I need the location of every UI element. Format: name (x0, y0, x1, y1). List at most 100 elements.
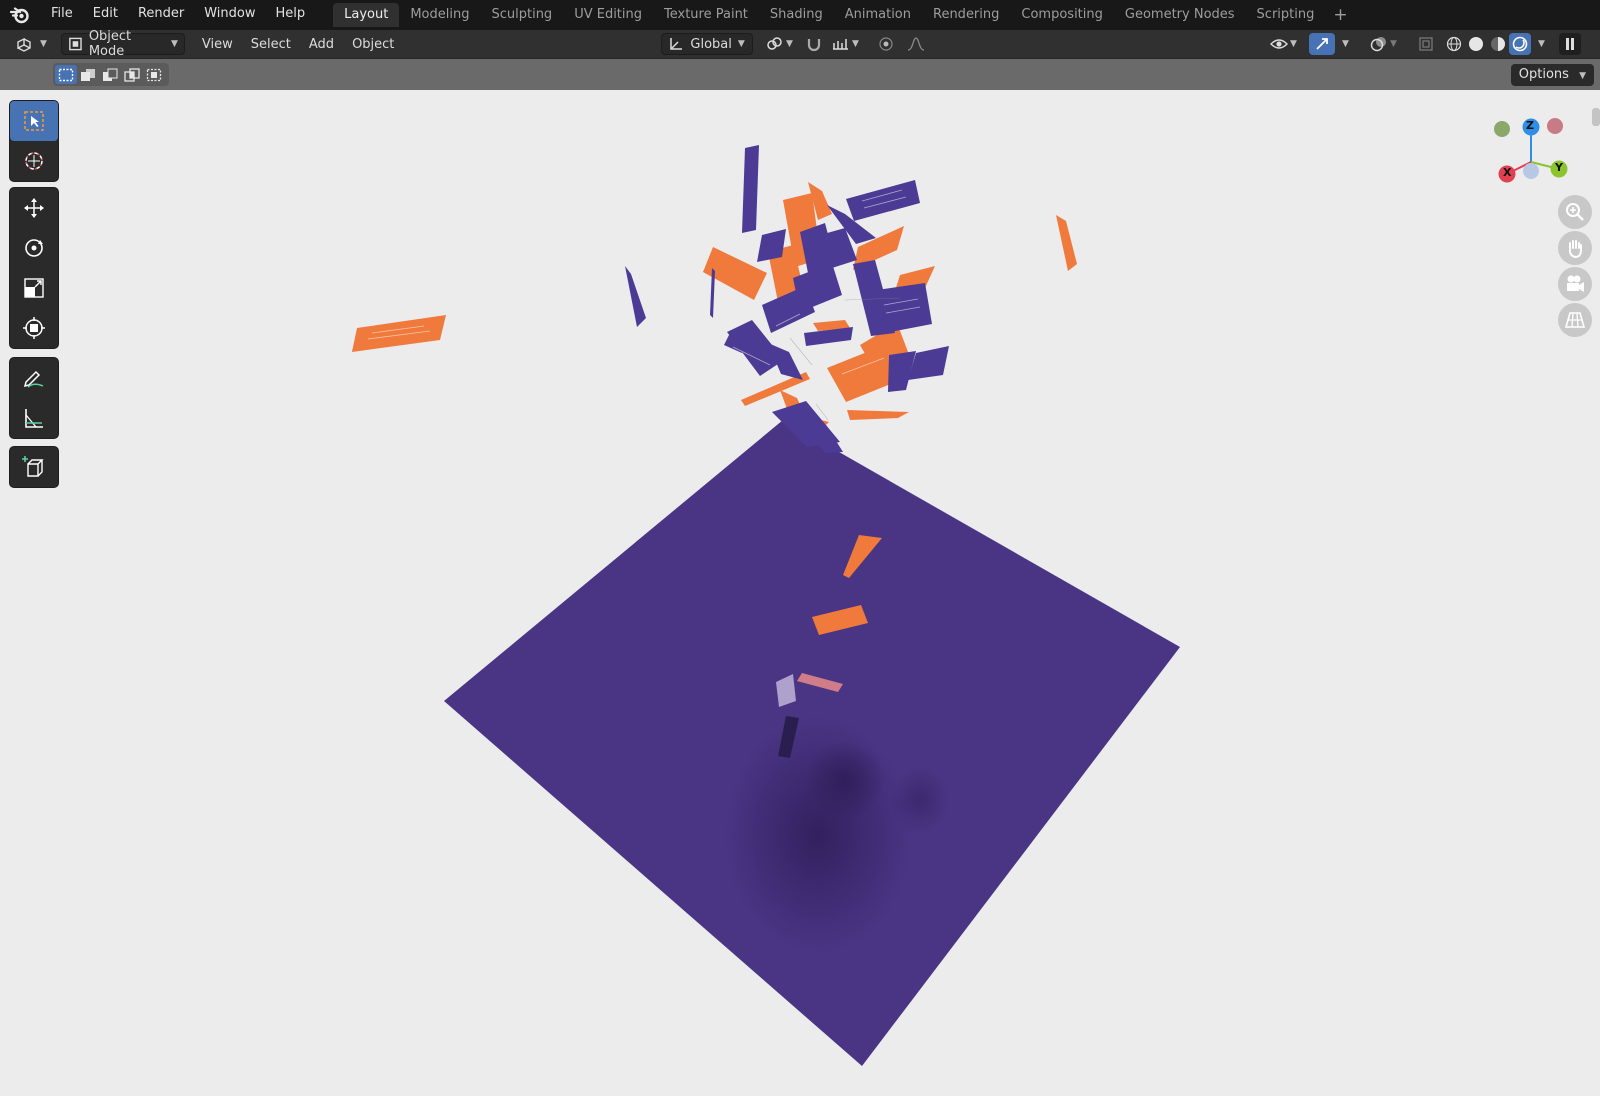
mode-dropdown[interactable]: Object Mode ▼ (60, 29, 185, 59)
zoom-magnifier-icon (1566, 203, 1584, 221)
gizmo-y-label: Y (1555, 161, 1563, 174)
measure-tool[interactable] (10, 398, 58, 438)
select-menu[interactable]: Select (242, 33, 300, 55)
overlays-button[interactable]: ▼ (1363, 33, 1403, 55)
tab-rendering[interactable]: Rendering (922, 3, 1010, 27)
annotate-tool[interactable] (10, 358, 58, 398)
cursor-tool[interactable] (10, 141, 58, 181)
select-extend-button[interactable] (77, 65, 99, 84)
snap-target-button[interactable]: ▼ (827, 33, 863, 55)
add-menu[interactable]: Add (300, 33, 343, 55)
visibility-button[interactable]: ▼ (1265, 33, 1301, 55)
menu-file[interactable]: File (41, 0, 83, 30)
3d-viewport[interactable]: Z Y X (0, 90, 1600, 1096)
add-workspace-button[interactable]: + (1325, 3, 1355, 27)
tab-shading[interactable]: Shading (759, 3, 834, 27)
tab-layout[interactable]: Layout (333, 3, 400, 27)
orientation-icon (670, 38, 683, 50)
gizmo-arrow-icon (1316, 38, 1329, 50)
blender-logo-icon[interactable] (9, 4, 31, 26)
xray-icon (1419, 37, 1434, 51)
snap-increment-icon (832, 39, 848, 50)
select-box-tool[interactable] (10, 101, 58, 141)
zoom-button[interactable] (1558, 195, 1592, 229)
select-box-icon (24, 111, 44, 131)
shading-solid-button[interactable] (1465, 33, 1487, 55)
cursor-icon (25, 152, 43, 170)
tab-geometry-nodes[interactable]: Geometry Nodes (1114, 3, 1246, 27)
tab-modeling[interactable]: Modeling (399, 3, 480, 27)
transform-icon (23, 317, 45, 339)
falloff-button[interactable] (899, 33, 933, 55)
tab-sculpting[interactable]: Sculpting (480, 3, 563, 27)
pencil-icon (23, 370, 44, 388)
hand-icon (1568, 240, 1582, 259)
transform-orientation-dropdown[interactable]: Global ▼ (661, 33, 754, 55)
tab-texture-paint[interactable]: Texture Paint (653, 3, 759, 27)
tab-scripting[interactable]: Scripting (1246, 3, 1326, 27)
object-menu[interactable]: Object (343, 33, 403, 55)
camera-view-button[interactable] (1558, 267, 1592, 301)
falling-card (1056, 215, 1077, 271)
select-intersect-icon (146, 68, 162, 81)
sidebar-toggle-button[interactable] (1559, 33, 1582, 55)
falling-card (908, 346, 949, 380)
rotate-tool[interactable] (10, 228, 58, 268)
select-invert-button[interactable] (121, 65, 143, 84)
options-label: Options (1518, 67, 1569, 82)
chevron-down-icon: ▼ (171, 39, 178, 49)
card-shadow (805, 740, 885, 820)
chevron-down-icon: ▼ (1341, 39, 1349, 49)
region-scroll-handle[interactable] (1592, 108, 1600, 126)
view-menu[interactable]: View (193, 33, 242, 55)
rendered-sphere-icon (1513, 36, 1528, 52)
falling-card (877, 283, 932, 333)
navigation-gizmo[interactable]: Z Y X (1482, 112, 1578, 208)
chevron-down-icon: ▼ (1537, 39, 1545, 49)
eye-icon (1269, 39, 1288, 49)
pan-button[interactable] (1558, 231, 1592, 265)
select-new-button[interactable] (55, 65, 77, 84)
select-subtract-button[interactable] (99, 65, 121, 84)
pivot-point-button[interactable]: ▼ (761, 33, 797, 55)
gizmo-dropdown[interactable]: ▼ (1335, 33, 1355, 55)
perspective-toggle-button[interactable] (1558, 303, 1592, 337)
selection-mode-group (53, 63, 169, 86)
menu-render[interactable]: Render (128, 0, 194, 30)
scale-tool[interactable] (10, 268, 58, 308)
shading-material-button[interactable] (1487, 33, 1509, 55)
proportional-edit-button[interactable] (873, 33, 899, 55)
shading-dropdown[interactable]: ▼ (1531, 33, 1551, 55)
mode-label: Object Mode (88, 29, 132, 59)
pivot-link-icon (767, 37, 782, 50)
overlays-icon (1370, 37, 1386, 52)
menu-window[interactable]: Window (194, 0, 265, 30)
menu-edit[interactable]: Edit (83, 0, 128, 30)
magnet-icon (808, 39, 821, 52)
tab-uv-editing[interactable]: UV Editing (563, 3, 653, 27)
editor-type-button[interactable]: ▼ (12, 33, 51, 55)
move-icon (24, 198, 44, 218)
xray-toggle-button[interactable] (1413, 33, 1439, 55)
add-cube-tool[interactable] (10, 447, 58, 487)
transform-tool[interactable] (10, 308, 58, 348)
options-dropdown[interactable]: Options ▼ (1510, 64, 1594, 86)
move-tool[interactable] (10, 188, 58, 228)
grid-icon (1564, 312, 1586, 328)
shading-wireframe-button[interactable] (1443, 33, 1465, 55)
viewport-editor-icon (17, 37, 31, 52)
card-shadow (890, 766, 950, 834)
gizmo-toggle-button[interactable] (1309, 33, 1336, 55)
select-intersect-button[interactable] (143, 65, 165, 84)
snap-toggle-button[interactable] (801, 33, 827, 55)
falling-card (352, 315, 446, 352)
tab-compositing[interactable]: Compositing (1010, 3, 1114, 27)
falling-card (742, 145, 759, 233)
shading-rendered-button[interactable] (1509, 33, 1532, 55)
tab-animation[interactable]: Animation (834, 3, 922, 27)
chevron-down-icon: ▼ (851, 39, 859, 49)
camera-icon (1567, 275, 1584, 292)
menu-help[interactable]: Help (266, 0, 316, 30)
toolbar-annotate-group (9, 357, 59, 439)
falling-card (847, 410, 909, 420)
